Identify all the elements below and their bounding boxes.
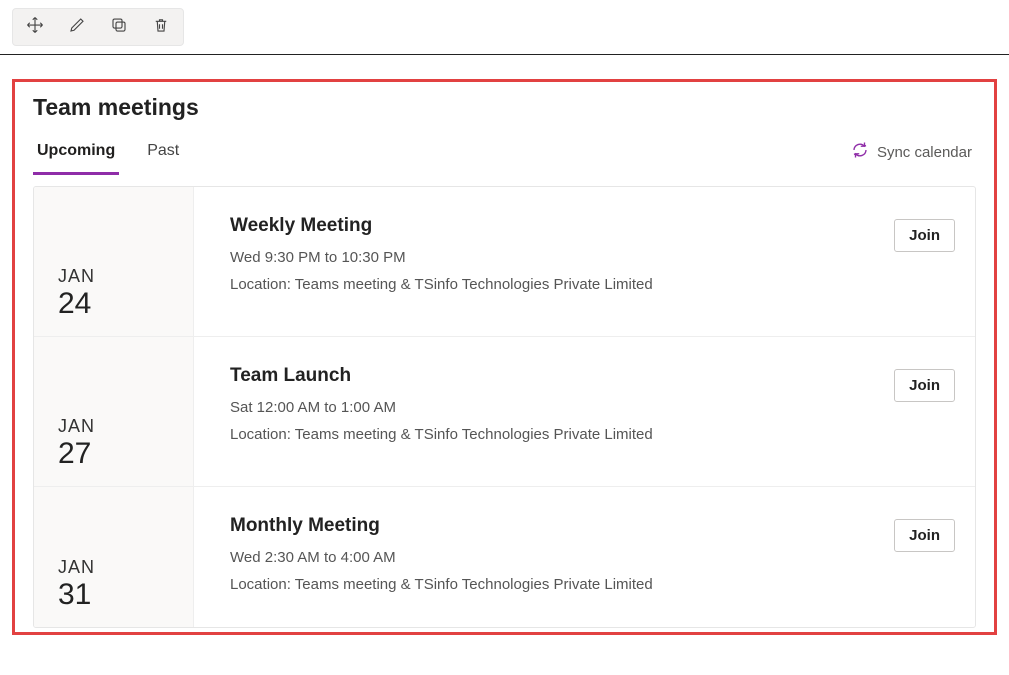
- move-button[interactable]: [15, 11, 55, 43]
- join-button[interactable]: Join: [894, 369, 955, 402]
- meeting-info: Team Launch Sat 12:00 AM to 1:00 AM Loca…: [230, 365, 653, 443]
- date-cell: JAN 27: [34, 337, 194, 486]
- trash-icon: [152, 16, 170, 39]
- meeting-row: JAN 27 Team Launch Sat 12:00 AM to 1:00 …: [34, 337, 975, 487]
- meeting-info: Weekly Meeting Wed 9:30 PM to 10:30 PM L…: [230, 215, 653, 293]
- sync-label: Sync calendar: [877, 144, 972, 161]
- tab-upcoming[interactable]: Upcoming: [33, 136, 119, 175]
- date-month: JAN: [58, 416, 193, 437]
- meeting-time: Wed 2:30 AM to 4:00 AM: [230, 549, 653, 566]
- meeting-location: Location: Teams meeting & TSinfo Technol…: [230, 426, 653, 443]
- toolbar-group: [12, 8, 184, 46]
- meeting-title: Monthly Meeting: [230, 515, 653, 537]
- meeting-time: Sat 12:00 AM to 1:00 AM: [230, 399, 653, 416]
- team-meetings-panel: Team meetings Upcoming Past Sync calenda…: [12, 79, 997, 635]
- meeting-location: Location: Teams meeting & TSinfo Technol…: [230, 276, 653, 293]
- edit-button[interactable]: [57, 11, 97, 43]
- content-wrap: Team meetings Upcoming Past Sync calenda…: [0, 55, 1009, 645]
- meeting-body: Monthly Meeting Wed 2:30 AM to 4:00 AM L…: [194, 487, 975, 627]
- sync-icon: [851, 141, 869, 163]
- meeting-time: Wed 9:30 PM to 10:30 PM: [230, 249, 653, 266]
- date-month: JAN: [58, 266, 193, 287]
- tab-past[interactable]: Past: [143, 136, 183, 175]
- date-month: JAN: [58, 557, 193, 578]
- meeting-body: Weekly Meeting Wed 9:30 PM to 10:30 PM L…: [194, 187, 975, 336]
- sync-calendar-button[interactable]: Sync calendar: [847, 135, 976, 175]
- tabs: Upcoming Past: [33, 136, 183, 175]
- copy-icon: [110, 16, 128, 39]
- meeting-row: JAN 24 Weekly Meeting Wed 9:30 PM to 10:…: [34, 187, 975, 337]
- date-cell: JAN 31: [34, 487, 194, 627]
- move-icon: [26, 16, 44, 39]
- meeting-title: Team Launch: [230, 365, 653, 387]
- meeting-body: Team Launch Sat 12:00 AM to 1:00 AM Loca…: [194, 337, 975, 486]
- join-button[interactable]: Join: [894, 219, 955, 252]
- delete-button[interactable]: [141, 11, 181, 43]
- panel-title: Team meetings: [33, 94, 976, 121]
- meeting-location: Location: Teams meeting & TSinfo Technol…: [230, 576, 653, 593]
- meeting-title: Weekly Meeting: [230, 215, 653, 237]
- date-day: 24: [58, 287, 193, 320]
- date-day: 31: [58, 578, 193, 611]
- pencil-icon: [68, 16, 86, 39]
- join-button[interactable]: Join: [894, 519, 955, 552]
- tab-row: Upcoming Past Sync calendar: [33, 135, 976, 176]
- copy-button[interactable]: [99, 11, 139, 43]
- date-cell: JAN 24: [34, 187, 194, 336]
- meeting-row: JAN 31 Monthly Meeting Wed 2:30 AM to 4:…: [34, 487, 975, 627]
- date-day: 27: [58, 437, 193, 470]
- meeting-info: Monthly Meeting Wed 2:30 AM to 4:00 AM L…: [230, 515, 653, 593]
- meeting-list: JAN 24 Weekly Meeting Wed 9:30 PM to 10:…: [33, 186, 976, 628]
- toolbar: [0, 0, 1009, 55]
